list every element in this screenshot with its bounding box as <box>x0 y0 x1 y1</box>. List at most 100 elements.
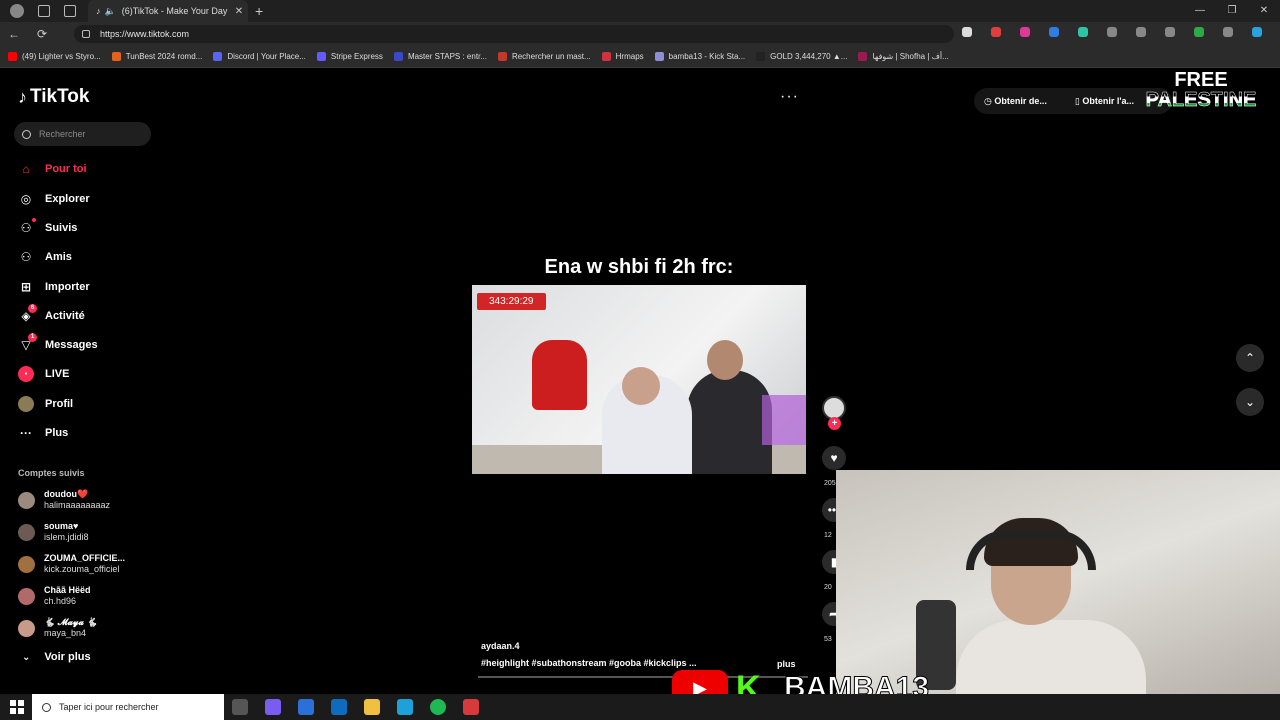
previous-video-button[interactable]: ⌃ <box>1236 344 1264 372</box>
bookmark-item[interactable]: (49) Lighter vs Styro... <box>8 52 101 61</box>
browser-tab-tiktok[interactable]: ♪ 🔈 (6)TikTok - Make Your Day ✕ <box>88 0 248 22</box>
logo-text: TikTok <box>30 86 90 107</box>
sidebar-item-more[interactable]: ··· Plus <box>18 423 68 443</box>
see-more-label: Voir plus <box>44 651 91 663</box>
followed-account[interactable]: Chãã Hëëd ch.hd96 <box>18 585 91 607</box>
followed-account[interactable]: 🐇 𝓜𝓪𝔂𝓪 🐇 maya_bn4 <box>18 617 98 639</box>
bookmark-item[interactable]: Discord | Your Place... <box>213 52 306 61</box>
more-options-icon[interactable]: ··· <box>780 88 799 106</box>
extension-icon[interactable] <box>962 27 972 37</box>
sidebar-item-home[interactable]: ⌂ Pour toi <box>18 159 87 179</box>
back-arrow-icon[interactable]: ← <box>0 27 28 41</box>
speaker-icon[interactable]: 🔈 <box>105 6 116 17</box>
reload-icon[interactable]: ⟳ <box>28 27 56 41</box>
notification-badge: 1 <box>28 333 37 342</box>
minimize-button[interactable]: — <box>1184 0 1216 22</box>
sidebar-item-upload[interactable]: ⊞ Importer <box>18 277 90 297</box>
spotify-icon[interactable] <box>430 699 446 715</box>
file-explorer-icon[interactable] <box>364 699 380 715</box>
next-video-button[interactable]: ⌄ <box>1236 388 1264 416</box>
followed-account[interactable]: ZOUMA_OFFICIE... kick.zouma_officiel <box>18 553 125 575</box>
download-icon[interactable] <box>1165 27 1175 37</box>
sidebar-item-label: LIVE <box>45 368 70 380</box>
bookmark-item[interactable]: شوفها | Shofha | أف... <box>858 52 949 61</box>
sidebar-item-messages[interactable]: ▽ 1 Messages <box>18 333 98 355</box>
bookmark-item[interactable]: Rechercher un mast... <box>497 52 591 61</box>
bookmark-item[interactable]: bamba13 - Kick Sta... <box>654 52 745 61</box>
menu-icon[interactable] <box>1223 27 1233 37</box>
bookmark-favicon-icon <box>756 52 766 61</box>
bookmark-favicon-icon <box>497 52 507 61</box>
extension-icon[interactable] <box>1136 27 1146 37</box>
sidebar: ♪ TikTok Rechercher ⌂ Pour toi ◎ Explorer ⚇ S… <box>0 68 160 694</box>
address-bar[interactable]: https://www.tiktok.com <box>74 25 954 43</box>
bookmark-item[interactable]: Hrmaps <box>601 52 644 61</box>
app-icon[interactable] <box>463 699 479 715</box>
person-head-shape <box>707 340 743 380</box>
home-icon: ⌂ <box>22 162 30 176</box>
edge-icon[interactable] <box>397 699 413 715</box>
extension-icon[interactable] <box>991 27 1001 37</box>
sidebar-item-live[interactable]: ● LIVE <box>18 364 69 384</box>
outlook-icon[interactable] <box>331 699 347 715</box>
video-hashtags[interactable]: #heighlight #subathonstream #gooba #kick… <box>481 658 697 668</box>
account-name: souma♥ <box>44 521 79 531</box>
bookmark-favicon-icon <box>8 52 17 61</box>
video-author[interactable]: aydaan.4 <box>481 641 520 651</box>
notification-badge: 6 <box>28 304 37 313</box>
task-view-icon[interactable] <box>232 699 248 715</box>
followed-account[interactable]: doudou❤️ halimaaaaaaaaz <box>18 489 110 511</box>
like-count: 205 <box>824 480 836 487</box>
video-player[interactable]: 343:29:29 <box>472 285 806 474</box>
sidebar-item-activity[interactable]: ◈ 6 Activité <box>18 304 85 326</box>
extension-icon[interactable] <box>1194 27 1204 37</box>
workspaces-icon[interactable] <box>38 5 50 17</box>
search-input[interactable]: Rechercher <box>14 122 151 146</box>
gaming-chair-shape <box>532 340 587 410</box>
bookmark-favicon-icon <box>316 52 326 61</box>
extension-icon[interactable] <box>1107 27 1117 37</box>
extension-icon[interactable] <box>1049 27 1059 37</box>
sidebar-item-label: Pour toi <box>45 163 87 175</box>
bookmark-label: شوفها | Shofha | أف... <box>872 52 949 61</box>
maximize-button[interactable]: ❐ <box>1216 0 1248 22</box>
sidebar-item-label: Suivis <box>45 222 78 234</box>
new-tab-button[interactable]: + <box>255 3 263 19</box>
close-window-button[interactable]: ✕ <box>1248 0 1280 22</box>
windows-start-icon[interactable] <box>10 700 24 714</box>
like-button[interactable]: ♥ <box>822 446 846 470</box>
bookmark-item[interactable]: GOLD 3,444,270 ▲... <box>756 52 847 61</box>
sidebar-item-label: Messages <box>45 339 98 351</box>
bookmark-item[interactable]: Stripe Express <box>316 52 383 61</box>
taskbar-search-input[interactable]: Taper ici pour rechercher <box>32 694 224 720</box>
copilot-icon[interactable] <box>265 699 281 715</box>
live-icon: ● <box>18 366 34 382</box>
copilot-icon[interactable] <box>1252 27 1262 37</box>
sidebar-item-compass[interactable]: ◎ Explorer <box>18 189 90 209</box>
sidebar-item-profile[interactable]: ● Profil <box>18 394 73 414</box>
followed-account[interactable]: souma♥ islem.jdidi8 <box>18 521 89 543</box>
more-description-button[interactable]: plus <box>777 659 796 669</box>
sidebar-item-friends[interactable]: ⚇ Amis <box>18 247 72 267</box>
tab-actions-icon[interactable] <box>64 5 76 17</box>
close-tab-icon[interactable]: ✕ <box>230 6 248 17</box>
search-icon <box>22 129 31 139</box>
see-more-button[interactable]: ⌄ Voir plus <box>22 651 91 663</box>
stream-timer: 343:29:29 <box>477 293 546 310</box>
sidebar-item-following[interactable]: ⚇ Suivis <box>18 218 77 238</box>
lock-icon[interactable] <box>82 30 90 38</box>
profile-icon[interactable] <box>10 4 24 18</box>
person-shape <box>687 370 772 474</box>
bookmark-item[interactable]: Master STAPS : entr... <box>393 52 487 61</box>
window-controls: — ❐ ✕ <box>1184 0 1280 22</box>
get-app-button[interactable]: ◷ Obtenir de... <box>984 96 1061 107</box>
account-name: Chãã Hëëd <box>44 585 91 595</box>
browser-tab-bar: ♪ 🔈 (6)TikTok - Make Your Day ✕ + — ❐ ✕ <box>0 0 1280 22</box>
bookmark-favicon-icon <box>393 52 403 61</box>
extension-icon[interactable] <box>1020 27 1030 37</box>
follow-button[interactable]: + <box>828 417 841 430</box>
extension-icon[interactable] <box>1078 27 1088 37</box>
tiktok-logo[interactable]: ♪ TikTok <box>18 86 89 108</box>
bookmark-item[interactable]: TunBest 2024 romd... <box>111 52 202 61</box>
store-icon[interactable] <box>298 699 314 715</box>
